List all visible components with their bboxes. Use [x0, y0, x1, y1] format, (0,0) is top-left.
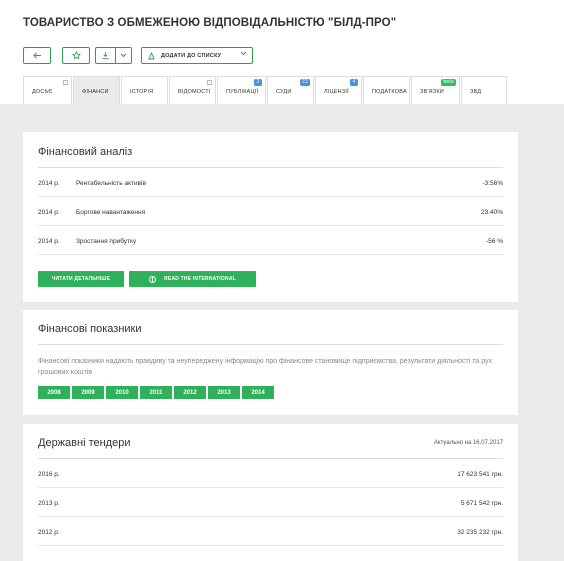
tab-records[interactable]: ВІДОМОСТІ	[169, 76, 216, 104]
state-tenders-title: Державні тендери	[38, 437, 131, 449]
tab-tax[interactable]: ПОДАТКОВА	[363, 76, 410, 104]
divider	[38, 344, 503, 345]
tab-label: ЗВД	[470, 89, 482, 95]
year-button-2013[interactable]: 2013	[208, 386, 240, 399]
download-icon	[102, 51, 109, 60]
row-year: 2012 р.	[38, 529, 60, 536]
tab-label: ФІНАНСИ	[82, 89, 109, 95]
row-value: -56 %	[486, 238, 503, 245]
row-value: 17 623 541 грн.	[457, 471, 503, 478]
tab-label: СУДИ	[276, 89, 292, 95]
tab-connections[interactable]: ЗВ'ЯЗКИ beta	[411, 76, 460, 104]
count-badge: 4	[350, 79, 358, 86]
read-international-label: READ THE INTERNATIONAL	[164, 276, 236, 282]
year-buttons: 2008 2009 2010 2011 2012 2013 2014	[38, 386, 276, 399]
row-label: Зростання прибутку	[76, 238, 137, 245]
row-year: 2014 р.	[38, 209, 60, 216]
count-badge: 2	[254, 79, 262, 86]
row-year: 2016 р.	[38, 471, 60, 478]
financial-indicators-description: Фінансові показники надають правдиву та …	[38, 358, 493, 376]
favorite-button[interactable]	[62, 47, 90, 64]
tab-label: ПОДАТКОВА	[372, 89, 407, 95]
row-value: 23.40%	[480, 209, 503, 216]
table-row: 2012 р. 32 235 232 грн.	[38, 518, 503, 546]
tab-label: ПУБЛІКАЦІЇ	[226, 89, 259, 95]
table-row: 2014 р. Рентабельність активів -3.56%	[38, 169, 503, 197]
tab-publications[interactable]: ПУБЛІКАЦІЇ 2	[217, 76, 266, 104]
tab-licenses[interactable]: ЛІЦЕНЗІЇ 4	[315, 76, 362, 104]
row-label: Рентабельність активів	[76, 180, 146, 187]
table-row: 2014 р. Зростання прибутку -56 %	[38, 227, 503, 255]
tab-bar: ДОСЬЄ ФІНАНСИ ІСТОРІЯ ВІДОМОСТІ ПУБЛІКАЦ…	[23, 76, 508, 104]
table-row: 2014 р. Боргове навантаження 23.40%	[38, 198, 503, 226]
financial-indicators-title: Фінансові показники	[38, 323, 142, 335]
updated-date: Актуально на 16.07.2017	[433, 440, 503, 446]
add-to-list-label: ДОДАТИ ДО СПИСКУ	[161, 52, 222, 59]
divider	[38, 458, 503, 459]
tab-dossier[interactable]: ДОСЬЄ	[23, 76, 72, 104]
tab-label: ВІДОМОСТІ	[178, 89, 211, 95]
year-button-2010[interactable]: 2010	[106, 386, 138, 399]
read-international-button[interactable]: READ THE INTERNATIONAL	[129, 271, 256, 287]
corner-icon	[207, 80, 212, 85]
read-more-button[interactable]: ЧИТАТИ ДЕТАЛЬНІШЕ	[38, 271, 124, 287]
arrow-left-icon	[32, 52, 41, 59]
page-header: ТОВАРИСТВО З ОБМЕЖЕНОЮ ВІДПОВІДАЛЬНІСТЮ …	[0, 0, 564, 104]
row-value: 5 671 542 грн.	[460, 500, 503, 507]
count-badge: 22	[300, 79, 310, 86]
beta-badge: beta	[441, 79, 456, 86]
download-button[interactable]	[95, 47, 132, 64]
row-year: 2014 р.	[38, 238, 60, 245]
tab-finance[interactable]: ФІНАНСИ	[73, 76, 120, 104]
tab-courts[interactable]: СУДИ 22	[267, 76, 314, 104]
download-main[interactable]	[96, 48, 116, 63]
row-value: 32 235 232 грн.	[457, 529, 503, 536]
year-button-2011[interactable]: 2011	[140, 386, 172, 399]
year-button-2014[interactable]: 2014	[242, 386, 274, 399]
table-row: 2013 р. 5 671 542 грн.	[38, 489, 503, 517]
globe-icon	[149, 275, 157, 283]
chevron-down-icon	[240, 51, 247, 58]
tab-label: ІСТОРІЯ	[130, 89, 154, 95]
tab-history[interactable]: ІСТОРІЯ	[121, 76, 168, 104]
back-button[interactable]	[23, 47, 51, 64]
table-row: 2016 р. 17 623 541 грн.	[38, 460, 503, 488]
list-icon	[148, 51, 155, 59]
star-icon	[71, 51, 81, 60]
tab-label: ДОСЬЄ	[32, 89, 53, 95]
chevron-down-icon[interactable]	[116, 53, 131, 58]
row-label: Боргове навантаження	[76, 209, 146, 216]
year-button-2008[interactable]: 2008	[38, 386, 70, 399]
row-year: 2014 р.	[38, 180, 60, 187]
add-to-list-dropdown[interactable]: ДОДАТИ ДО СПИСКУ	[141, 47, 253, 64]
tab-label: ЛІЦЕНЗІЇ	[324, 89, 349, 95]
divider	[38, 167, 503, 168]
year-button-2012[interactable]: 2012	[174, 386, 206, 399]
row-value: -3.56%	[482, 180, 503, 187]
corner-icon	[63, 80, 68, 85]
tab-label: ЗВ'ЯЗКИ	[420, 89, 444, 95]
financial-analysis-title: Фінансовий аналіз	[38, 146, 133, 158]
row-year: 2013 р.	[38, 500, 60, 507]
year-button-2009[interactable]: 2009	[72, 386, 104, 399]
tab-zvd[interactable]: ЗВД	[461, 76, 507, 104]
company-title: ТОВАРИСТВО З ОБМЕЖЕНОЮ ВІДПОВІДАЛЬНІСТЮ …	[23, 17, 397, 29]
